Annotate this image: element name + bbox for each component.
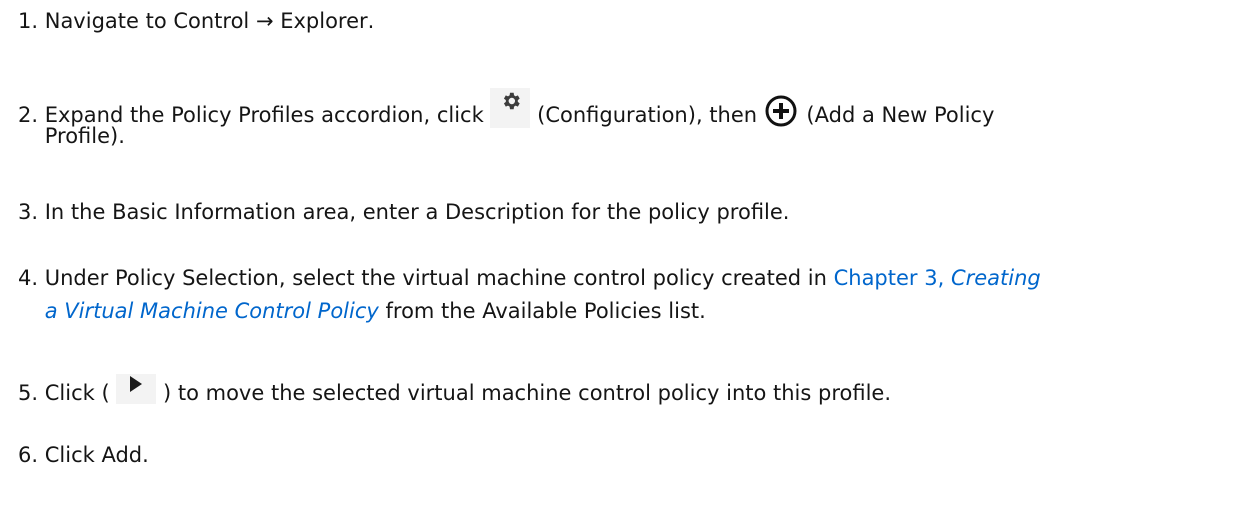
step-number: 5. [18,381,39,405]
triangle-right-icon [116,374,157,404]
step-1: 1. Navigate to Control → Explorer. [18,6,1250,36]
step-number: 1. [18,9,39,33]
chapter-link[interactable]: Chapter 3, Creating [834,266,1041,290]
step-number: 6. [18,443,39,467]
chapter-link-continued[interactable]: a Virtual Machine Control Policy [45,299,379,323]
step-3: 3. In the Basic Information area, enter … [18,197,1250,227]
step-5: 5. Click ( ) to move the selected virtua… [18,374,1250,408]
procedure-steps: 1. Navigate to Control → Explorer. 2. Ex… [0,0,1256,505]
step-number: 3. [18,200,39,224]
step-4: 4. Under Policy Selection, select the vi… [18,263,1250,293]
step-2-continued: 2. Profile). [44,124,125,148]
menu-path: Control → Explorer [173,9,368,33]
add-button-label: Add [101,443,143,467]
step-number: 4. [18,266,39,290]
step-4-continued: 4. a Virtual Machine Control Policy from… [44,299,706,323]
step-6: 6. Click Add. [18,440,1250,470]
